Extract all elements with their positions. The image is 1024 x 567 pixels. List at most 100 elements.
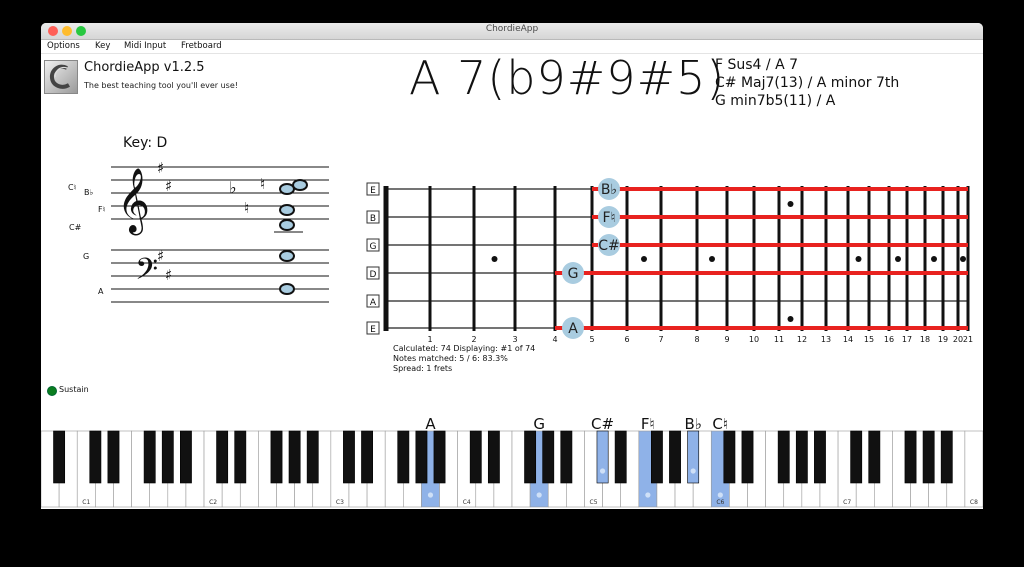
piano-black-key[interactable] [723, 430, 736, 484]
fret-number: 17 [902, 335, 912, 344]
piano-black-key[interactable] [415, 430, 428, 484]
piano-black-key[interactable] [487, 430, 500, 484]
fret-marker-dot [855, 256, 862, 262]
octave-label: C2 [209, 499, 217, 506]
piano-black-key[interactable] [614, 430, 627, 484]
piano-black-key[interactable] [524, 430, 537, 484]
played-note-label: F♮ [602, 210, 615, 226]
key-dot [427, 492, 434, 498]
piano-black-key[interactable] [161, 430, 174, 484]
piano-black-key[interactable] [940, 430, 953, 484]
piano-black-key[interactable] [288, 430, 301, 484]
piano-black-key[interactable] [542, 430, 555, 484]
fret-number: 4 [552, 335, 557, 344]
octave-label: C1 [82, 499, 90, 506]
sustain-label: Sustain [59, 385, 89, 394]
fret-marker-dot [787, 201, 794, 207]
piano-black-key[interactable] [850, 430, 863, 484]
piano-black-key[interactable] [433, 430, 446, 484]
string-label: E [370, 325, 376, 335]
octave-label: C4 [463, 499, 471, 506]
piano-black-key[interactable] [687, 430, 700, 484]
piano-black-key[interactable] [306, 430, 319, 484]
string-label: G [370, 242, 377, 252]
piano-black-key[interactable] [596, 430, 609, 484]
highlighted-key-label: A [425, 415, 436, 433]
string-label: B [370, 214, 376, 224]
fret-number: 13 [821, 335, 831, 344]
piano-black-key[interactable] [234, 430, 247, 484]
fret-marker-dot [491, 256, 498, 262]
piano-black-key[interactable] [397, 430, 410, 484]
octave-label: C3 [336, 499, 344, 506]
stat-spread: Spread: 1 frets [393, 364, 453, 373]
piano-keyboard[interactable]: C1 C2 C3 C4 C5 C6 C7 C8 A G C# F♮ B♭ C♮ [41, 409, 983, 509]
fret-marker-dot [960, 256, 966, 262]
fret-number: 7 [658, 335, 663, 344]
fret-number: 18 [920, 335, 930, 344]
fret-marker-dot [641, 256, 647, 262]
piano-black-key[interactable] [651, 430, 663, 484]
piano-black-key[interactable] [922, 430, 935, 484]
octave-label: C8 [970, 499, 978, 506]
key-dot [717, 492, 723, 498]
piano-black-key[interactable] [107, 430, 120, 484]
string-label: A [370, 298, 377, 308]
fret-number: 15 [864, 335, 874, 344]
fret-number: 2 [471, 335, 476, 344]
fret-marker-dot [787, 316, 794, 322]
highlighted-key-label: G [533, 415, 545, 433]
piano-black-key[interactable] [361, 430, 373, 484]
piano-black-key[interactable] [560, 430, 573, 484]
fret-number: 6 [624, 335, 629, 344]
played-note-label: G [568, 266, 579, 282]
piano-black-key[interactable] [795, 430, 808, 484]
piano-black-key[interactable] [180, 430, 192, 484]
fret-number: 12 [797, 335, 807, 344]
highlighted-key-label: F♮ [641, 415, 655, 433]
key-dot [645, 492, 651, 498]
piano-black-key[interactable] [53, 430, 66, 484]
fret-number: 21 [963, 335, 973, 344]
fret-number: 9 [724, 335, 729, 344]
stat-notes-matched: Notes matched: 5 / 6: 83.3% [393, 354, 508, 363]
fret-number: 8 [694, 335, 699, 344]
piano-black-key[interactable] [814, 430, 826, 484]
piano-black-key[interactable] [143, 430, 156, 484]
string-label: D [370, 270, 377, 280]
piano-black-key[interactable] [89, 430, 102, 484]
played-note-label: C# [598, 238, 620, 254]
piano-black-key[interactable] [216, 430, 229, 484]
key-dot [536, 492, 542, 498]
stat-calculated: Calculated: 74 Displaying: #1 of 74 [393, 344, 536, 353]
fretboard[interactable]: EBGDAE1 2 3 4 5 6 7 8 9 10 11 12 13 14 15 16 17 18 19 20 21B… [41, 23, 983, 363]
key-dot [599, 468, 606, 474]
piano-black-key[interactable] [777, 430, 790, 484]
fret-number: 19 [938, 335, 948, 344]
piano-black-key[interactable] [868, 430, 881, 484]
fret-number: 5 [589, 335, 594, 344]
fretboard-stats: Calculated: 74 Displaying: #1 of 74 Note… [393, 344, 535, 374]
fret-number: 3 [512, 335, 517, 344]
piano-black-key[interactable] [343, 430, 355, 484]
octave-label: C7 [843, 499, 851, 506]
piano-black-key[interactable] [741, 430, 754, 484]
fret-number: 14 [843, 335, 853, 344]
piano-black-key[interactable] [904, 430, 917, 484]
piano-black-key[interactable] [669, 430, 681, 484]
app-window: ChordieApp Options Key Midi Input Fretbo… [41, 23, 983, 509]
highlighted-key-label: B♭ [684, 415, 701, 433]
piano-white-key[interactable] [964, 430, 983, 508]
piano-black-key[interactable] [270, 430, 283, 484]
fret-number: 11 [774, 335, 784, 344]
fret-marker-dot [709, 256, 715, 262]
fret-marker-dot [931, 256, 937, 262]
highlighted-key-label: C♮ [712, 415, 728, 433]
fret-number: 1 [427, 335, 432, 344]
fret-marker-dot [895, 256, 901, 262]
sustain-indicator-icon[interactable] [47, 386, 57, 396]
highlighted-key-label: C# [591, 415, 614, 433]
key-dot [690, 468, 696, 474]
octave-label: C5 [590, 499, 598, 506]
piano-black-key[interactable] [469, 430, 482, 484]
